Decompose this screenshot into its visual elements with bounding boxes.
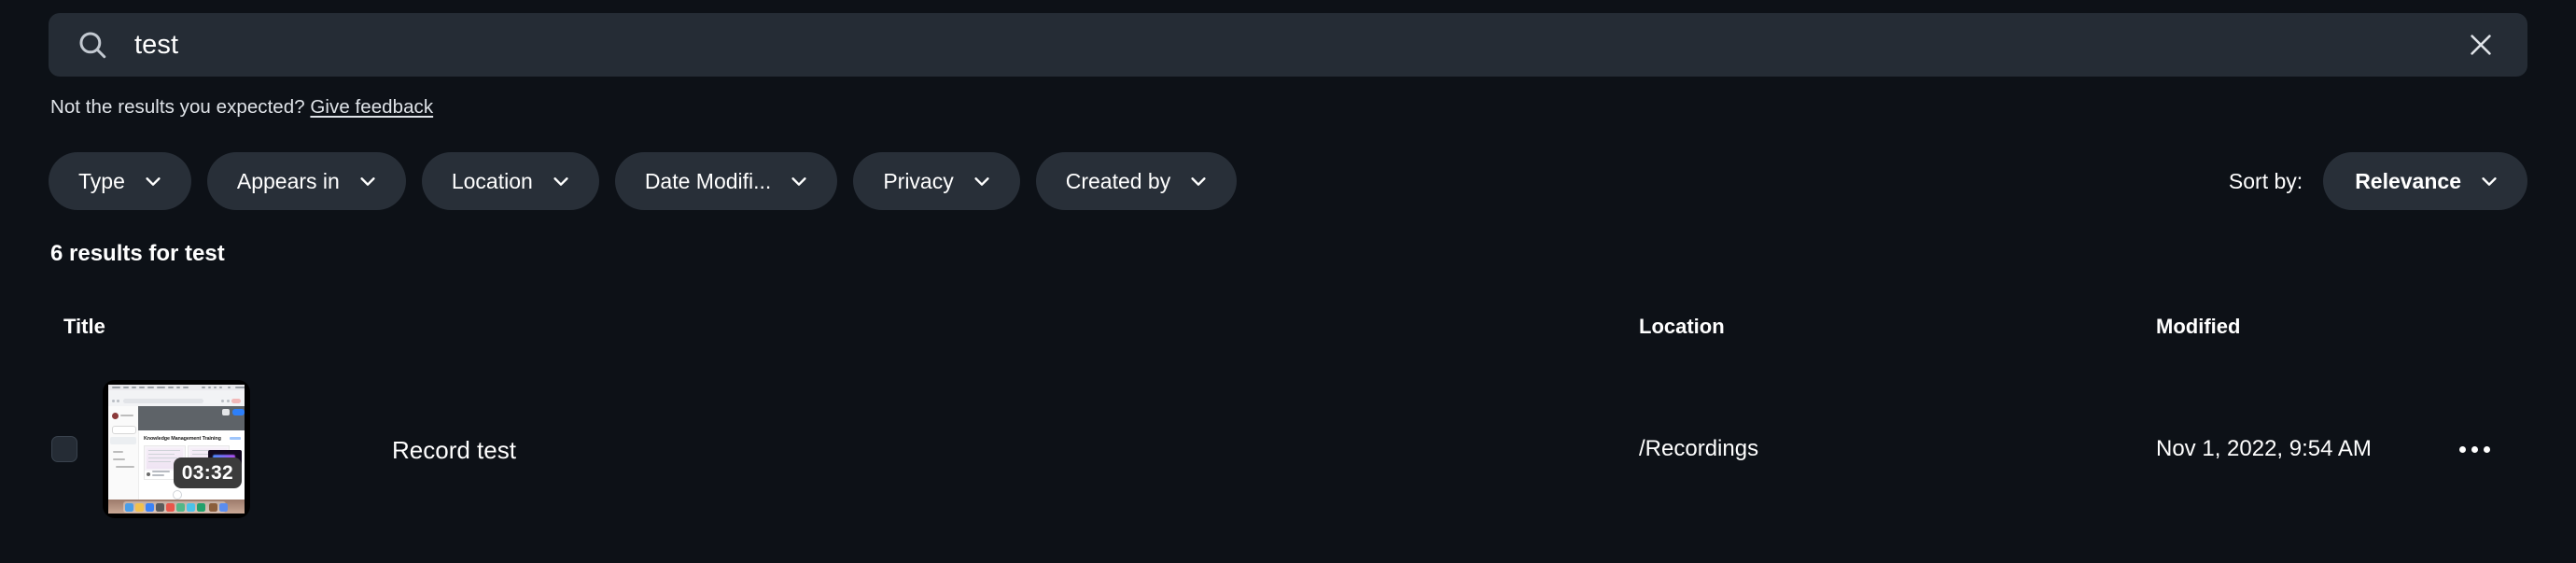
row-overflow-menu-button[interactable] bbox=[2450, 432, 2499, 466]
filter-chip-label: Location bbox=[451, 168, 533, 193]
clear-search-button[interactable] bbox=[2460, 24, 2501, 65]
filter-chip-label: Created by bbox=[1065, 168, 1171, 193]
results-table-header: Title Location Modified bbox=[0, 315, 2576, 345]
filter-chip-label: Type bbox=[78, 168, 125, 193]
chevron-down-icon bbox=[2479, 171, 2499, 191]
ellipsis-icon bbox=[2458, 445, 2490, 453]
filter-chip-appears-in[interactable]: Appears in bbox=[206, 152, 406, 210]
filter-chip-label: Date Modifi... bbox=[644, 168, 772, 193]
filter-bar: Type Appears in Location Date Modifi... … bbox=[49, 152, 2527, 210]
sort-by-label: Sort by: bbox=[2228, 168, 2303, 193]
feedback-prompt: Not the results you expected? Give feedb… bbox=[50, 96, 433, 119]
thumbnail-image: Knowledge Management Training 03:32 bbox=[108, 385, 245, 514]
give-feedback-link[interactable]: Give feedback bbox=[310, 96, 433, 118]
result-title[interactable]: Record test bbox=[392, 436, 516, 465]
video-duration-badge: 03:32 bbox=[173, 457, 242, 488]
chevron-down-icon bbox=[357, 171, 378, 191]
column-header-modified[interactable]: Modified bbox=[2156, 315, 2240, 339]
search-input[interactable] bbox=[134, 26, 2460, 63]
thumbnail-sidebar bbox=[108, 406, 139, 501]
feedback-text: Not the results you expected? bbox=[50, 96, 305, 118]
chevron-down-icon bbox=[551, 171, 571, 191]
thumbnail-browser-chrome bbox=[108, 390, 245, 410]
table-row[interactable]: Knowledge Management Training 03:32 Reco… bbox=[0, 369, 2576, 528]
thumbnail-heading: Knowledge Management Training bbox=[144, 436, 221, 442]
column-header-location[interactable]: Location bbox=[1639, 315, 1725, 339]
filter-chip-date-modified[interactable]: Date Modifi... bbox=[614, 152, 838, 210]
filter-chip-label: Appears in bbox=[236, 168, 340, 193]
video-thumbnail[interactable]: Knowledge Management Training 03:32 bbox=[103, 380, 250, 518]
filter-chip-created-by[interactable]: Created by bbox=[1035, 152, 1238, 210]
filter-chip-label: Privacy bbox=[883, 168, 954, 193]
search-results-page: Not the results you expected? Give feedb… bbox=[0, 0, 2576, 563]
row-select-checkbox[interactable] bbox=[51, 436, 77, 462]
search-icon bbox=[77, 29, 108, 61]
chevron-down-icon bbox=[143, 171, 163, 191]
chevron-down-icon bbox=[1188, 171, 1209, 191]
filter-chip-location[interactable]: Location bbox=[421, 152, 599, 210]
filter-chip-type[interactable]: Type bbox=[49, 152, 191, 210]
sort-by-value: Relevance bbox=[2355, 168, 2461, 193]
close-icon bbox=[2467, 31, 2495, 59]
chevron-down-icon bbox=[789, 171, 809, 191]
result-location: /Recordings bbox=[1639, 436, 1759, 461]
search-bar[interactable] bbox=[49, 13, 2527, 77]
result-modified: Nov 1, 2022, 9:54 AM bbox=[2156, 436, 2372, 461]
column-header-title[interactable]: Title bbox=[63, 315, 105, 339]
chevron-down-icon bbox=[972, 171, 992, 191]
sort-control: Sort by: Relevance bbox=[2229, 152, 2527, 210]
sort-by-dropdown[interactable]: Relevance bbox=[2323, 152, 2527, 210]
thumbnail-dock bbox=[123, 501, 228, 513]
filter-chip-privacy[interactable]: Privacy bbox=[853, 152, 1020, 210]
results-count: 6 results for test bbox=[50, 241, 225, 266]
